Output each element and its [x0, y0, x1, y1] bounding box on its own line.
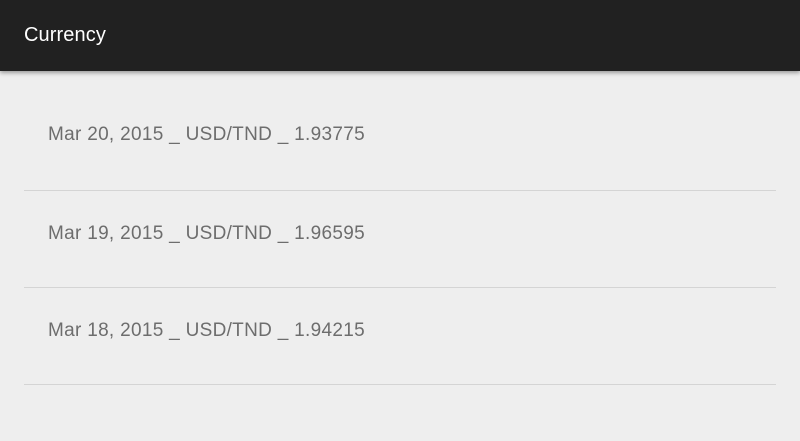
rate-item-text: Mar 18, 2015 _ USD/TND _ 1.94215	[48, 320, 365, 341]
rate-list-item[interactable]: Mar 20, 2015 _ USD/TND _ 1.93775	[24, 71, 776, 191]
rate-item-text: Mar 19, 2015 _ USD/TND _ 1.96595	[48, 223, 365, 244]
rate-list-item[interactable]: Mar 18, 2015 _ USD/TND _ 1.94215	[24, 288, 776, 385]
app-title: Currency	[24, 24, 106, 46]
app-bar: Currency	[0, 0, 800, 71]
rates-list: Mar 20, 2015 _ USD/TND _ 1.93775 Mar 19,…	[0, 71, 800, 385]
rate-list-item[interactable]: Mar 19, 2015 _ USD/TND _ 1.96595	[24, 191, 776, 288]
rate-item-text: Mar 20, 2015 _ USD/TND _ 1.93775	[48, 124, 365, 145]
